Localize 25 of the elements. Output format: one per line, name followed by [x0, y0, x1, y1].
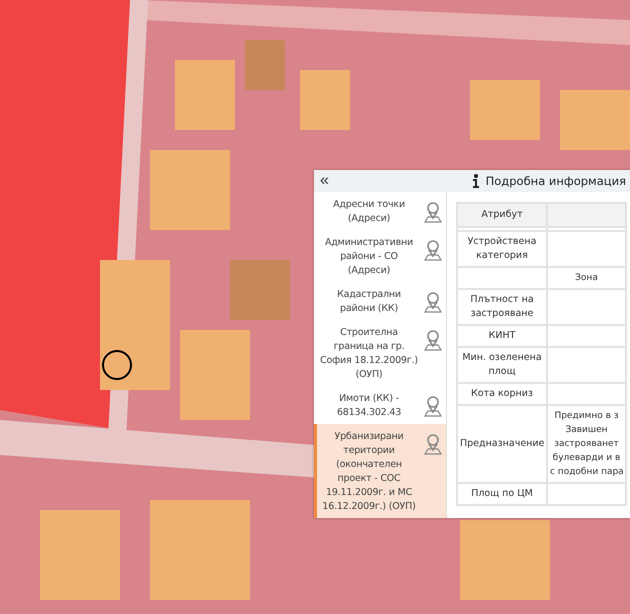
map-pin-icon[interactable]: [423, 200, 443, 224]
map-pin-icon[interactable]: [423, 290, 443, 314]
map-pin-icon[interactable]: [423, 238, 443, 262]
table-cell: Мин. озеленена площ: [457, 347, 547, 383]
table-cell: Зона: [547, 267, 626, 289]
table-cell: Площ по ЦМ: [457, 483, 547, 505]
layer-item[interactable]: Строителна граница на гр. София 18.12.2009г.) (ОУП): [314, 320, 446, 386]
layer-item[interactable]: Имоти (КК) - 68134.302.43: [314, 386, 446, 424]
table-cell: Предназначение: [457, 405, 547, 483]
table-cell: Кота корниз: [457, 383, 547, 405]
map-pin-icon[interactable]: [423, 432, 443, 456]
table-cell: Предимно в з Завишен застрояванет булеварди и в с подобни пара: [547, 405, 626, 483]
map-pin-icon[interactable]: [423, 328, 443, 352]
table-cell: Плътност на застрояване: [457, 289, 547, 325]
info-icon: [472, 174, 480, 188]
layer-item[interactable]: Урбанизирани територии (окончателен проект - СОС 19.11.2009г. и МС 16.12.2009г.) (ОУП): [314, 424, 446, 518]
panel-title: Подробна информация: [486, 174, 626, 188]
map-pin-icon[interactable]: [423, 394, 443, 418]
table-cell: Устройствена категория: [457, 231, 547, 267]
layer-item[interactable]: Административни райони - СО (Адреси): [314, 230, 446, 282]
layer-item[interactable]: Адресни точки (Адреси): [314, 192, 446, 230]
table-cell: КИНТ: [457, 325, 547, 347]
layer-item[interactable]: Кадастрални райони (КК): [314, 282, 446, 320]
collapse-button[interactable]: «: [318, 173, 331, 189]
column-header: Атрибут: [457, 203, 547, 227]
